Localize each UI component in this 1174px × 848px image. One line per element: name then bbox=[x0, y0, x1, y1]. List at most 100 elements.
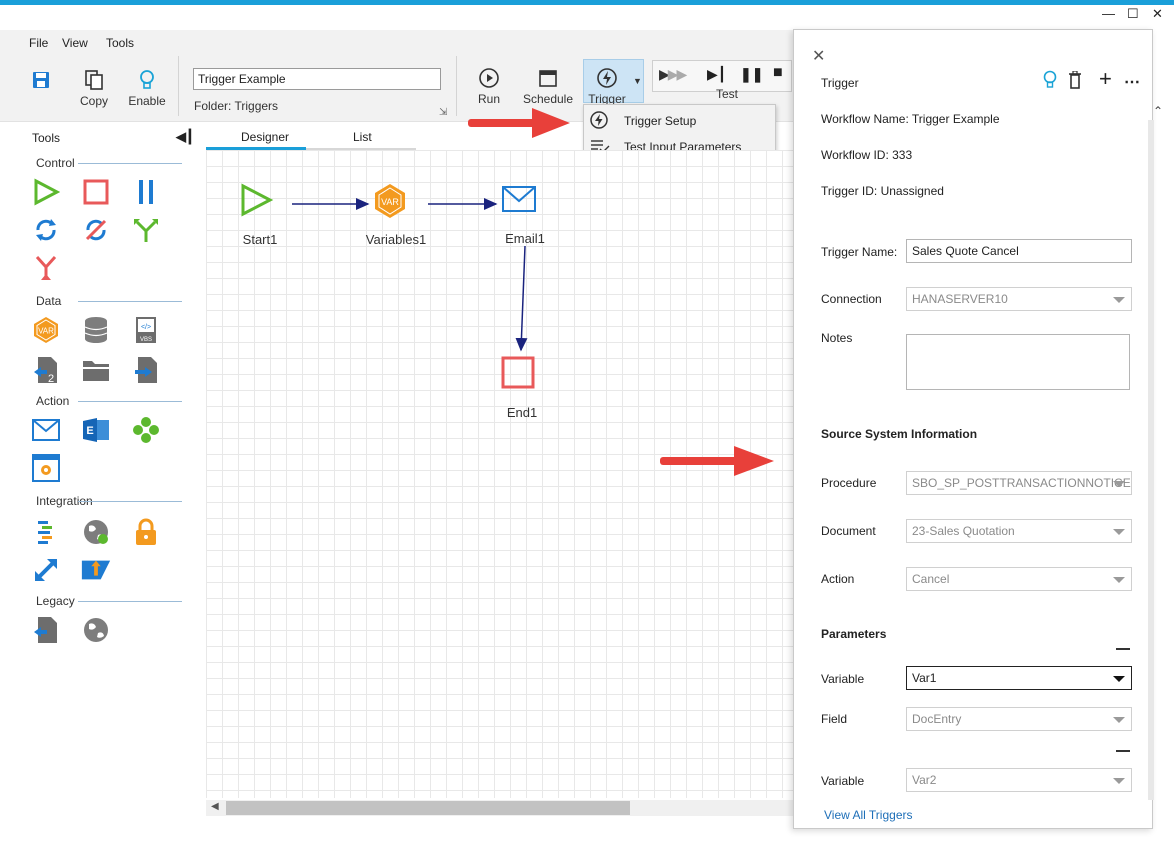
legacy-file-tool-icon[interactable] bbox=[30, 614, 62, 646]
folder-tool-icon[interactable] bbox=[80, 354, 112, 386]
ribbon-divider bbox=[178, 56, 179, 116]
copy-button[interactable]: Copy bbox=[74, 66, 114, 108]
section-data: Data bbox=[36, 294, 62, 308]
run-button[interactable]: Run bbox=[472, 64, 506, 106]
stop-icon[interactable]: ■ bbox=[773, 64, 783, 82]
file-import-tool-icon[interactable]: 2 bbox=[30, 354, 62, 386]
field-select[interactable]: DocEntry bbox=[906, 707, 1132, 731]
exchange-tool-icon[interactable]: E bbox=[80, 414, 112, 446]
maximize-icon[interactable]: ☐ bbox=[1127, 6, 1139, 22]
variables-node[interactable]: VAR bbox=[372, 182, 408, 223]
end-node-icon bbox=[501, 356, 535, 389]
chevron-down-icon bbox=[1113, 717, 1125, 723]
enable-button[interactable]: Enable bbox=[124, 66, 170, 108]
folder-value: Triggers bbox=[234, 99, 279, 113]
file-export-tool-icon[interactable] bbox=[130, 354, 162, 386]
variable-select[interactable]: Var2 bbox=[906, 768, 1132, 792]
pause-icon[interactable]: ❚❚ bbox=[740, 66, 763, 83]
menu-tools[interactable]: Tools bbox=[106, 36, 134, 50]
transfer-tool-icon[interactable] bbox=[30, 554, 62, 586]
view-all-triggers-link[interactable]: View All Triggers bbox=[824, 808, 912, 822]
section-divider bbox=[78, 401, 182, 402]
lock-tool-icon[interactable] bbox=[130, 516, 162, 548]
legacy-web-tool-icon[interactable] bbox=[80, 614, 112, 646]
minimize-icon[interactable]: — bbox=[1102, 6, 1115, 21]
close-panel-icon[interactable]: ✕ bbox=[812, 46, 825, 66]
variable-label: Variable bbox=[821, 774, 865, 788]
parallel-tool-icon[interactable] bbox=[130, 176, 162, 208]
trigger-name-input[interactable]: Sales Quote Cancel bbox=[906, 239, 1132, 263]
process-tool-icon[interactable] bbox=[130, 414, 162, 446]
start-tool-icon[interactable] bbox=[30, 176, 62, 208]
vbs-script-tool-icon[interactable]: </> VBS bbox=[130, 314, 162, 346]
email-tool-icon[interactable] bbox=[30, 414, 62, 446]
enable-label: Enable bbox=[128, 94, 166, 108]
calendar-icon bbox=[520, 64, 576, 92]
folder-info: Folder: Triggers bbox=[194, 99, 278, 113]
workflow-name-text: Workflow Name: Trigger Example bbox=[821, 112, 1000, 126]
menu-item-trigger-setup[interactable]: Trigger Setup bbox=[584, 107, 775, 133]
tools-pane-title: Tools bbox=[32, 131, 61, 145]
trigger-name-label: Trigger Name: bbox=[821, 245, 898, 259]
field-label: Field bbox=[821, 712, 848, 726]
schedule-button[interactable]: Schedule bbox=[520, 64, 576, 106]
connection-select[interactable]: HANASERVER10 bbox=[906, 287, 1132, 311]
document-select[interactable]: 23-Sales Quotation bbox=[906, 519, 1132, 543]
end-tool-icon[interactable] bbox=[80, 176, 112, 208]
loop-tool-icon[interactable] bbox=[30, 214, 62, 246]
trigger-dropdown-chevron-icon[interactable]: ▼ bbox=[633, 76, 642, 86]
variable-label: Variable bbox=[821, 672, 865, 686]
variables-tool-icon[interactable]: VAR bbox=[30, 314, 62, 346]
break-loop-tool-icon[interactable] bbox=[80, 214, 112, 246]
chevron-down-icon bbox=[1113, 529, 1125, 535]
document-label: Document bbox=[821, 524, 876, 538]
collapse-parameter-icon[interactable] bbox=[1116, 648, 1130, 650]
step-icon[interactable]: ▶┃ bbox=[707, 66, 726, 83]
svg-text:VAR: VAR bbox=[38, 327, 54, 336]
menu-view[interactable]: View bbox=[62, 36, 88, 50]
procedure-select[interactable]: SBO_SP_POSTTRANSACTIONNOTICE bbox=[906, 471, 1132, 495]
end-node[interactable] bbox=[500, 356, 536, 393]
chevron-up-icon[interactable]: ⌃ bbox=[1153, 104, 1163, 118]
tab-list[interactable]: List bbox=[353, 130, 372, 144]
merge-tool-icon[interactable] bbox=[30, 252, 62, 284]
variable-value: Var2 bbox=[912, 773, 937, 787]
upload-tool-icon[interactable] bbox=[80, 554, 112, 586]
panel-scrollbar[interactable] bbox=[1148, 120, 1154, 800]
section-divider bbox=[78, 601, 182, 602]
start-node[interactable] bbox=[238, 182, 274, 221]
collapse-parameter-icon[interactable] bbox=[1116, 750, 1130, 752]
ribbon-expand-icon[interactable]: ⇲ bbox=[439, 107, 447, 118]
mapping-tool-icon[interactable] bbox=[30, 516, 62, 548]
email-node[interactable] bbox=[501, 184, 537, 217]
menu-file[interactable]: File bbox=[29, 36, 48, 50]
chevron-down-icon bbox=[1113, 676, 1125, 682]
more-options-icon[interactable]: ⋯ bbox=[1124, 72, 1140, 92]
collapse-pane-icon[interactable]: ◀┃ bbox=[176, 129, 194, 145]
add-icon[interactable]: + bbox=[1099, 66, 1112, 92]
lightbulb-icon[interactable] bbox=[1043, 70, 1057, 93]
close-window-icon[interactable]: ✕ bbox=[1152, 6, 1163, 22]
action-select[interactable]: Cancel bbox=[906, 567, 1132, 591]
document-value: 23-Sales Quotation bbox=[912, 524, 1015, 538]
play-steps-icon[interactable]: ▶▶▶ bbox=[659, 66, 687, 83]
scroll-left-icon[interactable]: ◀ bbox=[211, 801, 219, 812]
tab-designer[interactable]: Designer bbox=[241, 130, 289, 144]
variable-select[interactable]: Var1 bbox=[906, 666, 1132, 690]
app-settings-tool-icon[interactable] bbox=[30, 452, 62, 484]
test-label: Test bbox=[716, 87, 739, 101]
ribbon-divider bbox=[456, 56, 457, 116]
save-button[interactable] bbox=[26, 66, 56, 94]
notes-textarea[interactable] bbox=[906, 334, 1130, 390]
trash-icon[interactable] bbox=[1068, 70, 1082, 92]
section-action: Action bbox=[36, 394, 70, 408]
copy-label: Copy bbox=[79, 94, 108, 108]
web-service-tool-icon[interactable] bbox=[80, 516, 112, 548]
workflow-name-input[interactable]: Trigger Example bbox=[193, 68, 441, 90]
database-tool-icon[interactable] bbox=[80, 314, 112, 346]
svg-text:VBS: VBS bbox=[140, 337, 152, 343]
trigger-panel: ✕ Trigger + ⋯ Workflow Name: Trigger Exa… bbox=[793, 29, 1153, 829]
horizontal-scroll-thumb[interactable] bbox=[226, 801, 630, 815]
decision-tool-icon[interactable] bbox=[130, 214, 162, 246]
trigger-button-content[interactable]: Trigger bbox=[584, 64, 630, 106]
